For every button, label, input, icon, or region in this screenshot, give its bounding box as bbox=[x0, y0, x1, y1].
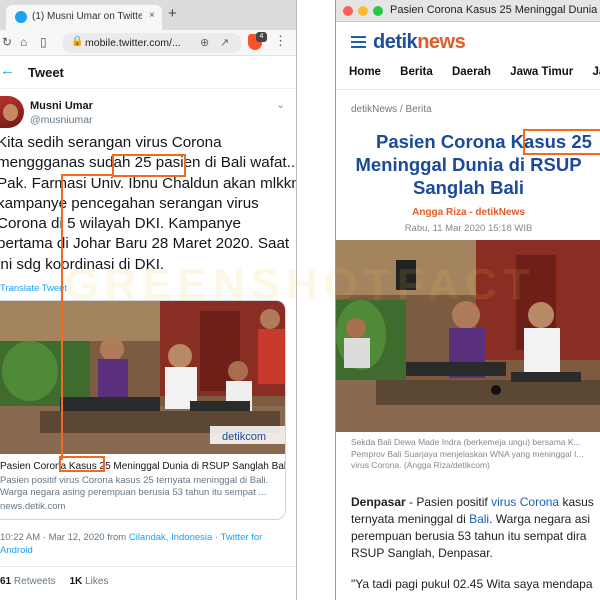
home-icon[interactable]: ⌂ bbox=[20, 35, 27, 49]
card-description: Pasien positif virus Corona kasus 25 ter… bbox=[0, 475, 269, 498]
share-icon[interactable]: ↗ bbox=[220, 36, 229, 49]
article-text: perempuan berusia 53 tahun itu sempat di… bbox=[351, 529, 587, 543]
article-date: Rabu, 11 Mar 2020 15:18 WIB bbox=[404, 223, 533, 234]
tweet-stats: 61 Retweets 1K Likes bbox=[0, 576, 108, 587]
user-name[interactable]: Musni Umar bbox=[30, 100, 93, 112]
browser-tab[interactable]: (1) Musni Umar on Twitter: "Kita s... × bbox=[6, 5, 162, 30]
highlight-kasus-25-card bbox=[59, 456, 105, 472]
nav-item-more[interactable]: Ja bbox=[592, 66, 600, 78]
divider bbox=[0, 566, 296, 567]
user-handle[interactable]: @musniumar bbox=[30, 114, 93, 126]
detikcom-logo: detikcom bbox=[222, 431, 266, 443]
tweet-place-link[interactable]: Cilandak, Indonesia bbox=[129, 532, 212, 543]
close-tab-icon[interactable]: × bbox=[149, 10, 155, 21]
press-conference-image bbox=[336, 240, 600, 432]
back-arrow-icon[interactable]: ← bbox=[0, 62, 15, 79]
article-quote: "Ya tadi pagi pukul 02.45 Wita saya mend… bbox=[351, 577, 593, 591]
browser-tab-bar: (1) Musni Umar on Twitter: "Kita s... × … bbox=[0, 0, 296, 30]
translate-tweet-link[interactable]: Translate Tweet bbox=[0, 283, 67, 294]
virus-corona-link[interactable]: virus Corona bbox=[491, 495, 559, 509]
meta-separator: · bbox=[212, 532, 221, 543]
tweet-time: 10:22 AM · Mar 12, 2020 from bbox=[0, 532, 129, 543]
new-tab-button[interactable]: + bbox=[168, 6, 177, 22]
highlight-25-pasien bbox=[112, 154, 186, 177]
photo-caption: Sekda Bali Dewa Made Indra (berkemeja un… bbox=[351, 437, 584, 470]
card-title[interactable]: Pasien Corona Kasus 25 Meninggal Dunia d… bbox=[0, 461, 285, 472]
card-photo: detikcom bbox=[0, 301, 285, 454]
chevron-down-icon[interactable]: ⌄ bbox=[276, 98, 285, 111]
site-header: detiknews Home Berita Daerah Jawa Timur … bbox=[336, 22, 600, 90]
article-text: . Warga negara asi bbox=[489, 512, 591, 526]
tweet-line: Kita sedih serangan virus Corona bbox=[0, 134, 222, 151]
tweet-line: kampanye pencegahan serangan virus bbox=[0, 194, 259, 212]
screenshot-comparison: (1) Musni Umar on Twitter: "Kita s... × … bbox=[0, 0, 600, 600]
bali-link[interactable]: Bali bbox=[469, 512, 489, 526]
likes-label[interactable]: Likes bbox=[85, 576, 108, 587]
nav-item-berita[interactable]: Berita bbox=[400, 66, 433, 78]
nav-item-jawa-timur[interactable]: Jawa Timur bbox=[510, 66, 573, 78]
avatar[interactable] bbox=[0, 96, 24, 128]
tweet-line: pertama di Johar Baru 28 Maret 2020. Saa… bbox=[0, 235, 290, 253]
nav-item-home[interactable]: Home bbox=[349, 66, 381, 78]
likes-count[interactable]: 1K bbox=[70, 576, 83, 587]
article-text: kasus bbox=[559, 495, 594, 509]
window-title: Pasien Corona Kasus 25 Meninggal Dunia d… bbox=[390, 4, 600, 16]
article-photo bbox=[336, 240, 600, 432]
tab-title: (1) Musni Umar on Twitter: "Kita s... bbox=[32, 11, 142, 22]
tweet-line: Corona di 5 wilayah DKI. Kampanye bbox=[0, 215, 241, 233]
tweet-header: ← Tweet bbox=[0, 56, 296, 89]
card-domain: news.detik.com bbox=[0, 501, 66, 512]
site-nav: Home Berita Daerah Jawa Timur Ja bbox=[349, 66, 600, 78]
close-window-icon[interactable] bbox=[343, 6, 353, 16]
article-author[interactable]: Angga Riza - detikNews bbox=[336, 207, 600, 218]
retweets-label[interactable]: Retweets bbox=[14, 576, 56, 587]
retweets-count[interactable]: 61 bbox=[0, 576, 11, 587]
twitter-favicon-icon bbox=[15, 11, 27, 23]
headline-line: Meninggal Dunia di RSUP bbox=[355, 154, 582, 175]
avatar-face bbox=[3, 104, 18, 121]
brave-badge-count: 4 bbox=[256, 32, 267, 42]
press-conference-image: detikcom bbox=[0, 301, 285, 454]
article-text: - Pasien positif bbox=[405, 495, 492, 509]
window-titlebar: Pasien Corona Kasus 25 Meninggal Dunia d… bbox=[336, 0, 600, 22]
minimize-window-icon[interactable] bbox=[358, 6, 368, 16]
highlight-connector-vertical bbox=[61, 174, 63, 460]
article-location: Denpasar bbox=[351, 495, 406, 509]
menu-icon[interactable]: ⋮ bbox=[274, 33, 287, 49]
breadcrumb[interactable]: detikNews / Berita bbox=[351, 104, 432, 115]
highlight-kasus-25-headline bbox=[523, 129, 600, 155]
nav-item-daerah[interactable]: Daerah bbox=[452, 66, 491, 78]
article-text: RSUP Sanglah, Denpasar. bbox=[351, 546, 493, 560]
twitter-browser-window: (1) Musni Umar on Twitter: "Kita s... × … bbox=[0, 0, 297, 600]
lock-icon: 🔒 bbox=[71, 36, 84, 47]
hamburger-menu-icon[interactable] bbox=[351, 36, 366, 48]
article-body: Denpasar - Pasien positif virus Corona k… bbox=[351, 494, 600, 562]
detiknews-logo[interactable]: detiknews bbox=[373, 31, 466, 54]
highlight-connector-horizontal bbox=[61, 174, 112, 176]
tweet-line: ini sdg koordinasi di DKI. bbox=[0, 255, 165, 273]
page-title: Tweet bbox=[28, 65, 64, 80]
reload-icon[interactable]: ↻ bbox=[2, 35, 12, 49]
headline-line: Sanglah Bali bbox=[412, 177, 525, 198]
detik-browser-window: Pasien Corona Kasus 25 Meninggal Dunia d… bbox=[335, 0, 600, 600]
article-text: ternyata meninggal di bbox=[351, 512, 470, 526]
browser-toolbar: ↻ ⌂ ▯ 🔒 mobile.twitter.com/... ⊕ ↗ 4 ⋮ bbox=[0, 30, 296, 56]
bookmark-icon[interactable]: ▯ bbox=[40, 35, 47, 49]
maximize-window-icon[interactable] bbox=[373, 6, 383, 16]
address-bar[interactable]: 🔒 mobile.twitter.com/... ⊕ ↗ bbox=[62, 33, 242, 53]
add-icon[interactable]: ⊕ bbox=[200, 36, 209, 49]
url-text: mobile.twitter.com/... bbox=[85, 37, 181, 49]
tweet-meta: 10:22 AM · Mar 12, 2020 from Cilandak, I… bbox=[0, 532, 290, 557]
link-preview-card[interactable]: detikcom Pasien Corona Kasus 25 Meningga… bbox=[0, 300, 286, 520]
